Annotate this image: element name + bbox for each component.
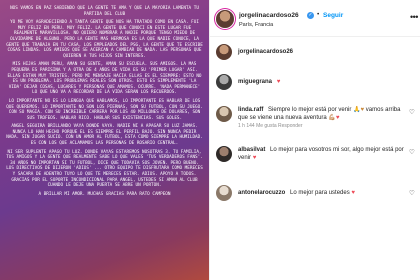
pray-heart-emoji-icon: 🙏♥ xyxy=(353,107,365,113)
heart-emoji-icon: ♥ xyxy=(252,155,257,161)
comment-meta[interactable]: 1 h 144 Me gusta Responder xyxy=(238,123,303,129)
heart-emoji-icon: ♥ xyxy=(276,79,281,85)
heart-emoji-icon: ♥ xyxy=(351,190,355,196)
commenter-avatar[interactable] xyxy=(216,74,232,90)
post-paragraph: MIS HIJAS AMAN PERU, AMAN SU GENTE, AMAN… xyxy=(7,62,202,96)
comment-username[interactable]: antonelarocuzzo xyxy=(238,190,285,196)
comment-username[interactable]: jorgelinacardoso26 xyxy=(238,49,293,55)
post-image[interactable]: NOS VAMOS EN PAZ SABIENDO QUE LA GENTE T… xyxy=(0,0,209,280)
header-divider xyxy=(209,36,420,37)
instagram-post-view: NOS VAMOS EN PAZ SABIENDO QUE LA GENTE T… xyxy=(0,0,420,280)
post-paragraph: A BRILLAR MI AMOR. MUCHAS GRACIAS PARA R… xyxy=(38,191,171,197)
post-location[interactable]: París, Francia xyxy=(239,22,273,28)
comments-panel: jorgelinacardoso26 ✓ • Seguir París, Fra… xyxy=(209,0,420,280)
post-paragraph: NI SER SUPLENTE APAGO TU LUZ. DONDE VAYA… xyxy=(6,149,203,189)
comment-body: albasilvat Lo mejor para vosotros mi sor… xyxy=(238,146,406,162)
header-separator: • xyxy=(317,11,320,18)
like-heart-icon[interactable]: ♡ xyxy=(409,189,415,197)
comment-username[interactable]: albasilvat xyxy=(238,147,265,153)
post-header: jorgelinacardoso26 ✓ • Seguir París, Fra… xyxy=(216,8,418,36)
comment-body: miguegrana ♥ xyxy=(238,78,406,86)
author-avatar[interactable] xyxy=(216,10,234,28)
post-message-text: NOS VAMOS EN PAZ SABIENDO QUE LA GENTE T… xyxy=(0,6,209,200)
commenter-avatar[interactable] xyxy=(216,106,232,122)
verified-badge-icon: ✓ xyxy=(307,12,314,19)
like-heart-icon[interactable]: ♡ xyxy=(409,148,415,156)
comment-text: Siempre lo mejor está por venir xyxy=(268,107,352,113)
author-username[interactable]: jorgelinacardoso26 xyxy=(239,12,299,19)
post-paragraph: LO IMPORTANTE NO ES LO LENGUA QUE HABLAM… xyxy=(6,98,203,121)
flex-heart-emoji-icon: 💪🏼♥ xyxy=(328,115,340,121)
post-paragraph: YO ME VOY AGRADECIENDO A TANTA GENTE QUE… xyxy=(6,20,203,59)
panel-divider xyxy=(209,0,210,280)
commenter-avatar[interactable] xyxy=(216,146,232,162)
post-paragraph: ANGEL SEGUIRA BRILLANDO VAYA DONDE VAYA.… xyxy=(6,124,203,147)
comment-body: linda.raff Siempre lo mejor está por ven… xyxy=(238,106,406,122)
commenter-avatar[interactable] xyxy=(216,44,232,60)
like-heart-icon[interactable]: ♡ xyxy=(409,108,415,116)
follow-button[interactable]: Seguir xyxy=(323,12,343,19)
post-paragraph: NOS VAMOS EN PAZ SABIENDO QUE LA GENTE T… xyxy=(10,6,199,17)
comment-username[interactable]: miguegrana xyxy=(238,79,272,85)
comment-text: Lo mejor para ustedes xyxy=(290,190,350,196)
more-options-icon[interactable]: ••• xyxy=(410,12,418,22)
comment-username[interactable]: linda.raff xyxy=(238,107,263,113)
comment-body: antonelarocuzzo Lo mejor para ustedes ♥ xyxy=(238,189,406,197)
commenter-avatar[interactable] xyxy=(216,185,232,201)
comment-body: jorgelinacardoso26 xyxy=(238,48,406,56)
